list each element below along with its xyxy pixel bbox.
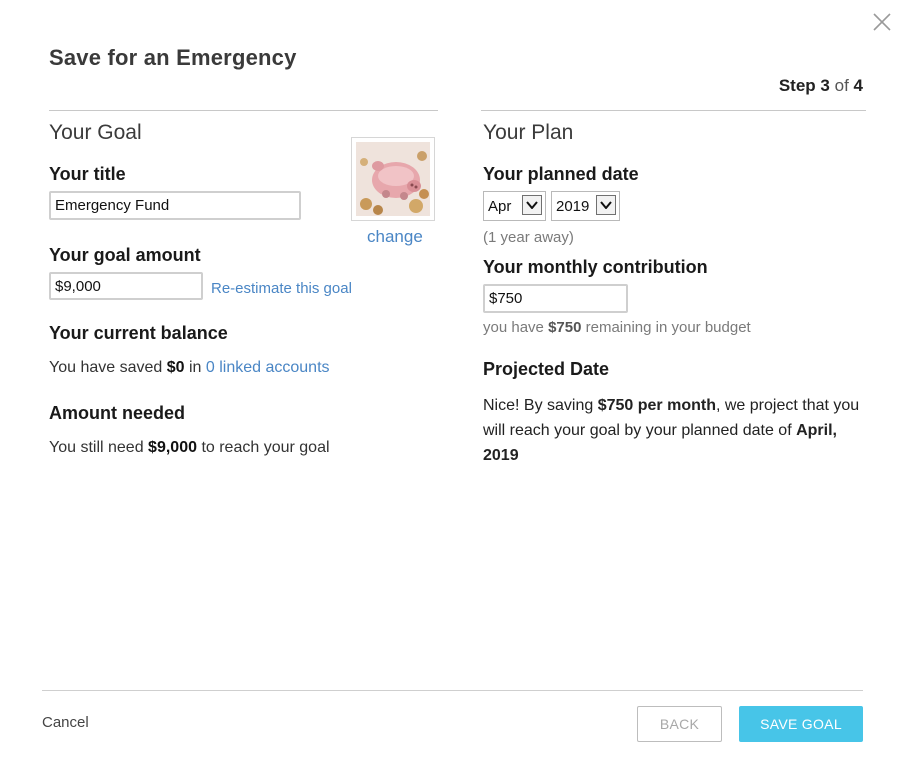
footer-divider	[42, 690, 863, 691]
balance-in: in	[188, 359, 202, 376]
current-balance-label: Your current balance	[49, 323, 228, 343]
save-goal-dialog: Save for an Emergency Step 3 of 4 Your G…	[0, 0, 911, 780]
month-value: Apr	[488, 198, 512, 215]
goal-amount-input[interactable]	[49, 272, 203, 300]
cancel-link[interactable]: Cancel	[42, 714, 89, 731]
balance-amount: $0	[166, 359, 185, 376]
close-icon[interactable]	[872, 12, 892, 32]
step-current: 3	[820, 76, 830, 95]
goal-divider	[49, 110, 438, 111]
amount-needed-label: Amount needed	[49, 403, 186, 423]
change-image-link[interactable]: change	[367, 227, 423, 247]
monthly-contribution-input[interactable]	[483, 284, 628, 313]
plan-heading: Your Plan	[483, 121, 574, 144]
reestimate-goal-link[interactable]: Re-estimate this goal	[211, 280, 352, 297]
balance-prefix: You have saved	[49, 359, 163, 376]
monthly-contribution-label: Your monthly contribution	[483, 257, 708, 277]
back-button[interactable]: BACK	[637, 706, 722, 742]
planned-date-label: Your planned date	[483, 164, 639, 184]
dialog-title: Save for an Emergency	[49, 45, 297, 70]
piggy-bank-image	[356, 142, 430, 216]
goal-heading: Your Goal	[49, 121, 142, 144]
year-select[interactable]: 2019	[551, 191, 620, 221]
chevron-down-icon	[522, 195, 542, 215]
plan-divider	[481, 110, 866, 111]
projected-date-text: Nice! By saving $750 per month, we proje…	[483, 393, 873, 468]
budget-remaining-text: you have $750 remaining in your budget	[483, 319, 751, 336]
goal-amount-label: Your goal amount	[49, 245, 201, 265]
time-away-text: (1 year away)	[483, 229, 574, 246]
step-prefix: Step	[778, 76, 816, 95]
projected-prefix: Nice! By saving	[483, 397, 594, 414]
chevron-down-icon	[596, 195, 616, 215]
amount-needed-text: You still need $9,000 to reach your goal	[49, 439, 330, 457]
step-of: of	[834, 76, 849, 95]
projected-date-label: Projected Date	[483, 359, 610, 379]
step-total: 4	[853, 76, 863, 95]
budget-prefix: you have	[483, 319, 544, 336]
title-input[interactable]	[49, 191, 301, 220]
projected-rate: $750 per month	[597, 397, 716, 414]
step-indicator: Step 3 of 4	[779, 76, 863, 96]
month-select[interactable]: Apr	[483, 191, 546, 221]
budget-amount: $750	[548, 319, 582, 336]
year-value: 2019	[556, 198, 590, 215]
budget-suffix: remaining in your budget	[585, 319, 751, 336]
current-balance-text: You have saved $0 in 0 linked accounts	[49, 359, 330, 377]
needed-amount: $9,000	[148, 439, 197, 456]
title-label: Your title	[49, 164, 126, 184]
linked-accounts-link[interactable]: 0 linked accounts	[206, 359, 330, 376]
goal-image[interactable]	[351, 137, 435, 221]
needed-suffix: to reach your goal	[201, 439, 330, 456]
needed-prefix: You still need	[49, 439, 144, 456]
save-goal-button[interactable]: SAVE GOAL	[739, 706, 863, 742]
